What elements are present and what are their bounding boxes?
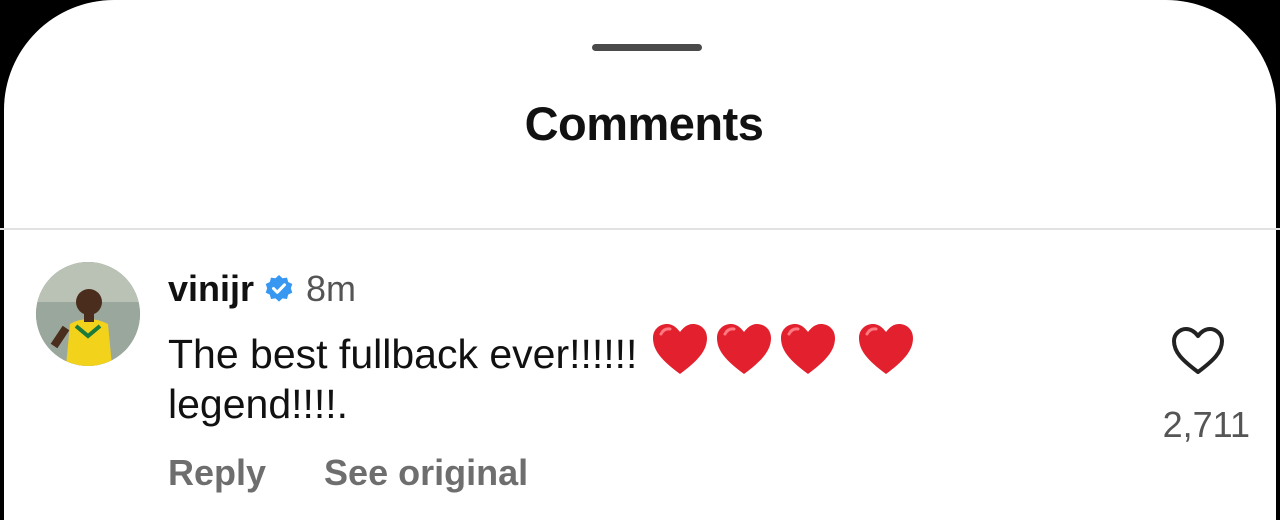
verified-badge-icon [264,274,294,304]
red-heart-icon [653,324,708,374]
see-original-button[interactable]: See original [324,452,528,494]
reply-button[interactable]: Reply [168,452,266,494]
comment-actions: Reply See original [168,452,528,494]
sheet-drag-handle[interactable] [592,44,702,51]
avatar[interactable] [36,262,140,366]
comment-text-line2: legend!!!!. [168,381,349,427]
timestamp: 8m [306,268,357,309]
heart-outline-icon[interactable] [1170,326,1226,376]
comments-sheet: Comments [4,0,1276,520]
red-heart-icon [859,324,914,374]
header-divider [0,228,1280,230]
comment-text: The best fullback ever!!!!!! legend!!!!. [168,322,1048,429]
comment-header: vinijr 8m [168,266,356,312]
username[interactable]: vinijr [168,268,254,310]
like-count: 2,711 [1162,404,1250,445]
red-heart-icon [717,324,772,374]
red-heart-icon [781,324,836,374]
sheet-title: Comments [524,97,764,150]
heart-emoji-group [651,322,915,376]
comment-text-line1: The best fullback ever!!!!!! [168,331,638,377]
